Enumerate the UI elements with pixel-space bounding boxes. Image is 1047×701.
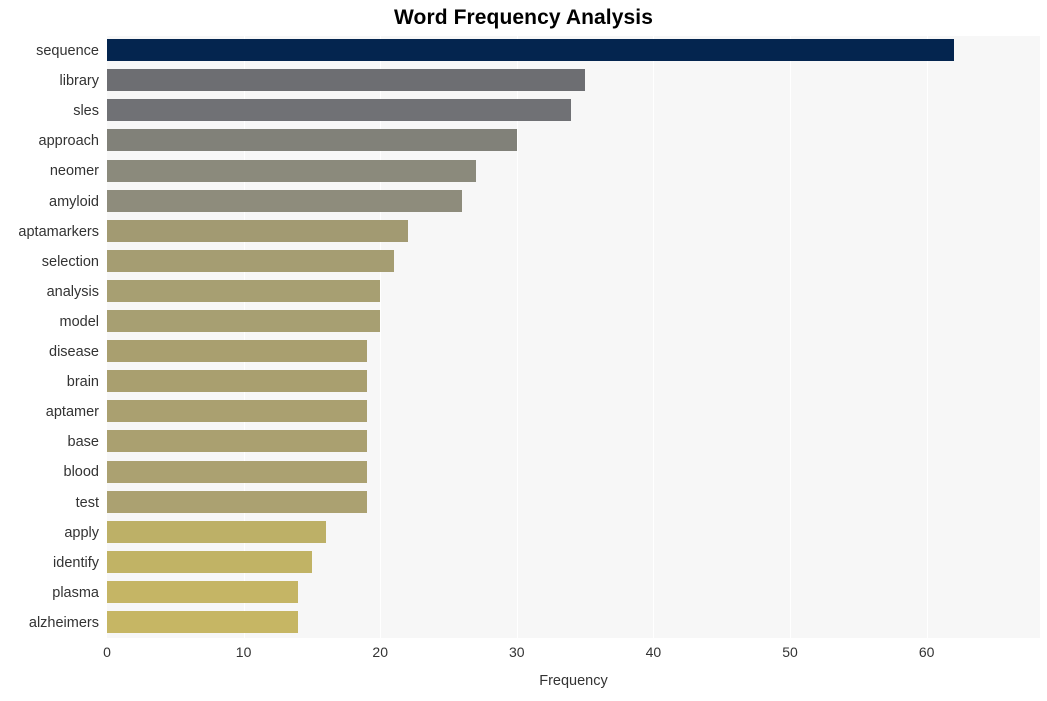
y-tick-label-sles: sles bbox=[73, 103, 99, 120]
bar-plasma[interactable] bbox=[107, 580, 299, 603]
bar-row[interactable] bbox=[107, 247, 1040, 277]
bar-row[interactable] bbox=[107, 488, 1040, 518]
y-tick-label-sequence: sequence bbox=[36, 43, 99, 59]
bar-row[interactable] bbox=[107, 548, 1040, 578]
bar-identify[interactable] bbox=[107, 550, 312, 573]
y-tick-label-base: base bbox=[67, 434, 99, 451]
x-tick-label-0: 0 bbox=[103, 644, 111, 660]
y-tick-label-aptamer: aptamer bbox=[45, 404, 99, 421]
bar-amyloid[interactable] bbox=[107, 189, 463, 212]
x-tick-label-40: 40 bbox=[645, 644, 662, 660]
x-tick-label-20: 20 bbox=[372, 644, 388, 660]
bar-sequence[interactable] bbox=[107, 39, 954, 62]
bars-layer bbox=[107, 36, 1040, 638]
y-tick-label-plasma: plasma bbox=[52, 584, 99, 601]
bar-apply[interactable] bbox=[107, 520, 326, 543]
bar-aptamarkers[interactable] bbox=[107, 219, 408, 242]
x-tick-label-10: 10 bbox=[235, 644, 252, 660]
bar-row[interactable] bbox=[107, 187, 1040, 217]
bar-alzheimers[interactable] bbox=[107, 611, 299, 634]
bar-row[interactable] bbox=[107, 337, 1040, 367]
x-tick-label-50: 50 bbox=[782, 644, 798, 660]
y-tick-label-amyloid: amyloid bbox=[49, 193, 99, 210]
bar-model[interactable] bbox=[107, 310, 381, 333]
y-tick-label-aptamarkers: aptamarkers bbox=[18, 223, 99, 240]
bar-base[interactable] bbox=[107, 430, 367, 453]
word-frequency-chart: Word Frequency Analysis sequence library s… bbox=[0, 0, 1047, 701]
bar-row[interactable] bbox=[107, 217, 1040, 247]
bar-neomer[interactable] bbox=[107, 159, 476, 182]
bar-row[interactable] bbox=[107, 518, 1040, 548]
y-tick-label-identify: identify bbox=[53, 554, 99, 571]
y-axis-tick-labels: sequence library sles approach neomer amyloid… bbox=[0, 36, 99, 638]
bar-row[interactable] bbox=[107, 96, 1040, 126]
bar-aptamer[interactable] bbox=[107, 400, 367, 423]
y-tick-label-model: model bbox=[59, 313, 100, 330]
x-tick-label-60: 60 bbox=[918, 644, 935, 660]
y-tick-label-alzheimers: alzheimers bbox=[28, 614, 99, 631]
y-tick-label-analysis: analysis bbox=[46, 283, 99, 300]
y-tick-label-neomer: neomer bbox=[49, 163, 99, 180]
y-tick-label-approach: approach bbox=[38, 133, 99, 150]
bar-row[interactable] bbox=[107, 126, 1040, 156]
bar-row[interactable] bbox=[107, 608, 1040, 638]
bar-selection[interactable] bbox=[107, 249, 394, 272]
y-tick-label-apply: apply bbox=[64, 524, 99, 541]
bar-analysis[interactable] bbox=[107, 279, 381, 302]
y-tick-label-blood: blood bbox=[63, 464, 99, 481]
x-tick-label-30: 30 bbox=[509, 644, 525, 660]
bar-sles[interactable] bbox=[107, 99, 572, 122]
bar-library[interactable] bbox=[107, 69, 586, 92]
x-axis-title: Frequency bbox=[539, 673, 608, 689]
bar-row[interactable] bbox=[107, 457, 1040, 487]
x-axis-tick-labels: 0 10 20 30 40 50 60 bbox=[103, 638, 1040, 668]
bar-blood[interactable] bbox=[107, 460, 367, 483]
bar-disease[interactable] bbox=[107, 340, 367, 363]
y-tick-label-disease: disease bbox=[49, 344, 99, 360]
bar-row[interactable] bbox=[107, 66, 1040, 96]
bar-row[interactable] bbox=[107, 578, 1040, 608]
y-tick-label-test: test bbox=[75, 494, 99, 511]
bar-row[interactable] bbox=[107, 367, 1040, 397]
bar-row[interactable] bbox=[107, 397, 1040, 427]
bar-brain[interactable] bbox=[107, 370, 367, 393]
plot-area bbox=[107, 36, 1040, 638]
y-tick-label-library: library bbox=[59, 73, 99, 90]
bar-row[interactable] bbox=[107, 156, 1040, 186]
bar-row[interactable] bbox=[107, 277, 1040, 307]
chart-title: Word Frequency Analysis bbox=[393, 6, 654, 29]
bar-row[interactable] bbox=[107, 307, 1040, 337]
bar-row[interactable] bbox=[107, 427, 1040, 457]
bar-test[interactable] bbox=[107, 490, 367, 513]
bar-approach[interactable] bbox=[107, 129, 517, 152]
y-tick-label-selection: selection bbox=[41, 253, 99, 270]
bar-row[interactable] bbox=[107, 36, 1040, 66]
y-tick-label-brain: brain bbox=[66, 374, 99, 391]
